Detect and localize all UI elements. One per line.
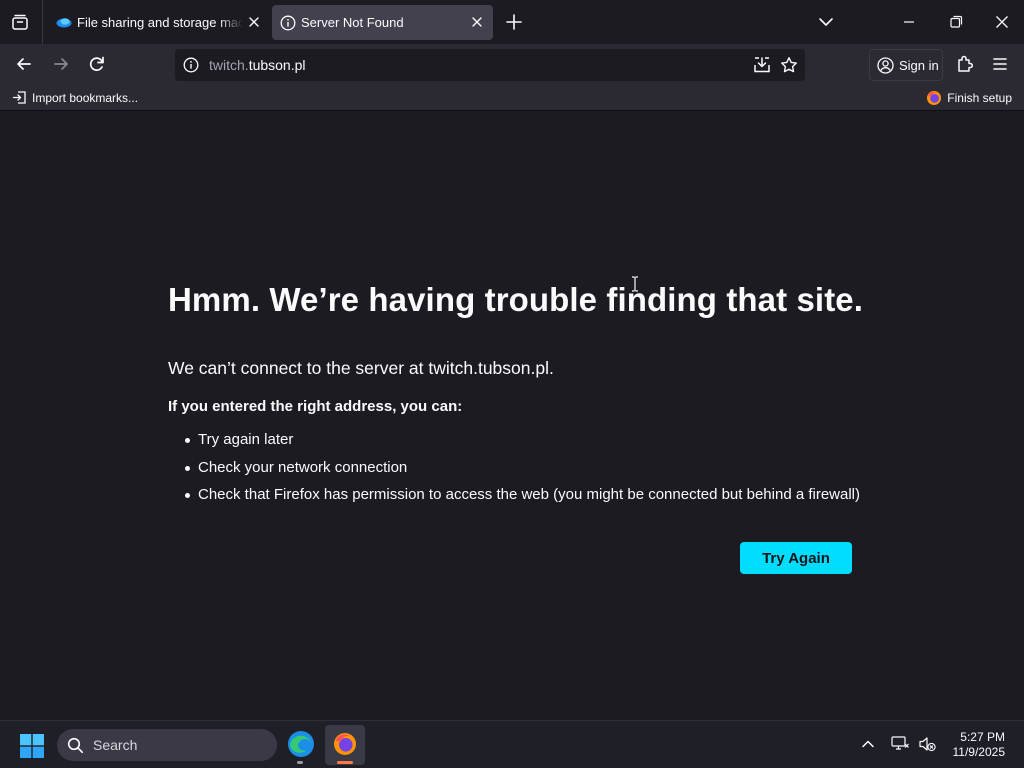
minimize-icon[interactable] xyxy=(900,13,918,36)
error-title: Hmm. We’re having trouble finding that s… xyxy=(168,281,864,318)
bookmark-star-icon[interactable] xyxy=(780,56,798,79)
url-bar[interactable]: twitch.tubson.pl xyxy=(175,49,805,81)
info-icon xyxy=(280,15,296,34)
cloud-icon xyxy=(56,15,72,32)
edge-browser-icon[interactable] xyxy=(287,730,315,763)
network-icon[interactable] xyxy=(891,736,909,757)
forward-arrow-icon[interactable] xyxy=(51,54,71,79)
system-clock[interactable]: 5:27 PM 11/9/2025 xyxy=(953,730,1006,760)
sign-in-label: Sign in xyxy=(899,57,939,73)
chevron-down-icon[interactable] xyxy=(817,13,835,36)
search-icon xyxy=(67,737,84,759)
hamburger-menu-icon[interactable] xyxy=(990,54,1010,79)
taskbar: Search 5:27 PM 11/9/2025 xyxy=(0,720,1024,768)
new-tab-plus-icon[interactable] xyxy=(504,12,524,37)
url-host-prefix: twitch. xyxy=(209,57,249,73)
tab-tray-icon xyxy=(12,14,28,30)
site-info-icon[interactable] xyxy=(183,57,199,78)
url-text[interactable]: twitch.tubson.pl xyxy=(209,57,306,73)
text-cursor-icon xyxy=(632,276,638,292)
import-bookmarks-button[interactable]: Import bookmarks... xyxy=(12,90,138,105)
windows-start-icon[interactable] xyxy=(20,734,44,763)
volume-muted-icon[interactable] xyxy=(918,736,936,757)
sign-in-button[interactable]: Sign in xyxy=(869,49,943,81)
try-again-button[interactable]: Try Again xyxy=(740,542,852,574)
error-description: We can’t connect to the server at twitch… xyxy=(168,358,554,378)
close-tab-icon[interactable] xyxy=(471,16,483,31)
search-label: Search xyxy=(93,737,138,753)
error-page: Hmm. We’re having trouble finding that s… xyxy=(0,111,1024,720)
import-icon xyxy=(12,91,26,104)
taskbar-search-box[interactable]: Search xyxy=(57,729,277,761)
finish-setup-label: Finish setup xyxy=(947,91,1012,105)
restore-icon[interactable] xyxy=(947,13,965,36)
running-indicator xyxy=(297,761,303,764)
close-tab-icon[interactable] xyxy=(248,16,260,31)
account-icon xyxy=(877,56,894,74)
suggestion-list: Try again later Check your network conne… xyxy=(184,431,860,514)
list-item: Try again later xyxy=(184,431,860,459)
tab-server-not-found[interactable]: Server Not Found xyxy=(272,5,493,40)
tab-title: File sharing and storage made s xyxy=(77,15,243,30)
bookmarks-toolbar: Import bookmarks... Finish setup xyxy=(0,86,1024,111)
clock-date: 11/9/2025 xyxy=(952,745,1006,759)
tab-title: Server Not Found xyxy=(301,15,404,30)
download-icon[interactable] xyxy=(753,56,771,79)
firefox-logo-icon xyxy=(334,733,356,755)
back-arrow-icon[interactable] xyxy=(14,54,34,79)
extensions-puzzle-icon[interactable] xyxy=(955,54,975,79)
clock-time: 5:27 PM xyxy=(960,730,1005,744)
reload-icon[interactable] xyxy=(87,54,107,79)
tab-divider xyxy=(42,0,43,44)
close-window-icon[interactable] xyxy=(993,13,1011,36)
chevron-up-icon[interactable] xyxy=(861,737,875,756)
firefox-taskbar-button[interactable] xyxy=(325,725,365,765)
list-item: Check that Firefox has permission to acc… xyxy=(184,486,860,514)
firefox-logo-icon xyxy=(927,91,942,105)
active-indicator xyxy=(337,761,353,764)
tab-file-sharing[interactable]: File sharing and storage made s xyxy=(48,5,268,40)
navigation-toolbar: twitch.tubson.pl Sign in xyxy=(0,44,1024,86)
list-all-tabs-button[interactable] xyxy=(6,8,34,36)
list-item: Check your network connection xyxy=(184,459,860,487)
import-bookmarks-label: Import bookmarks... xyxy=(32,90,139,105)
suggestion-heading: If you entered the right address, you ca… xyxy=(168,398,463,415)
url-host-main: tubson.pl xyxy=(248,57,306,73)
tab-strip: File sharing and storage made s Server N… xyxy=(0,0,1024,44)
finish-setup-button[interactable]: Finish setup xyxy=(926,90,1012,106)
